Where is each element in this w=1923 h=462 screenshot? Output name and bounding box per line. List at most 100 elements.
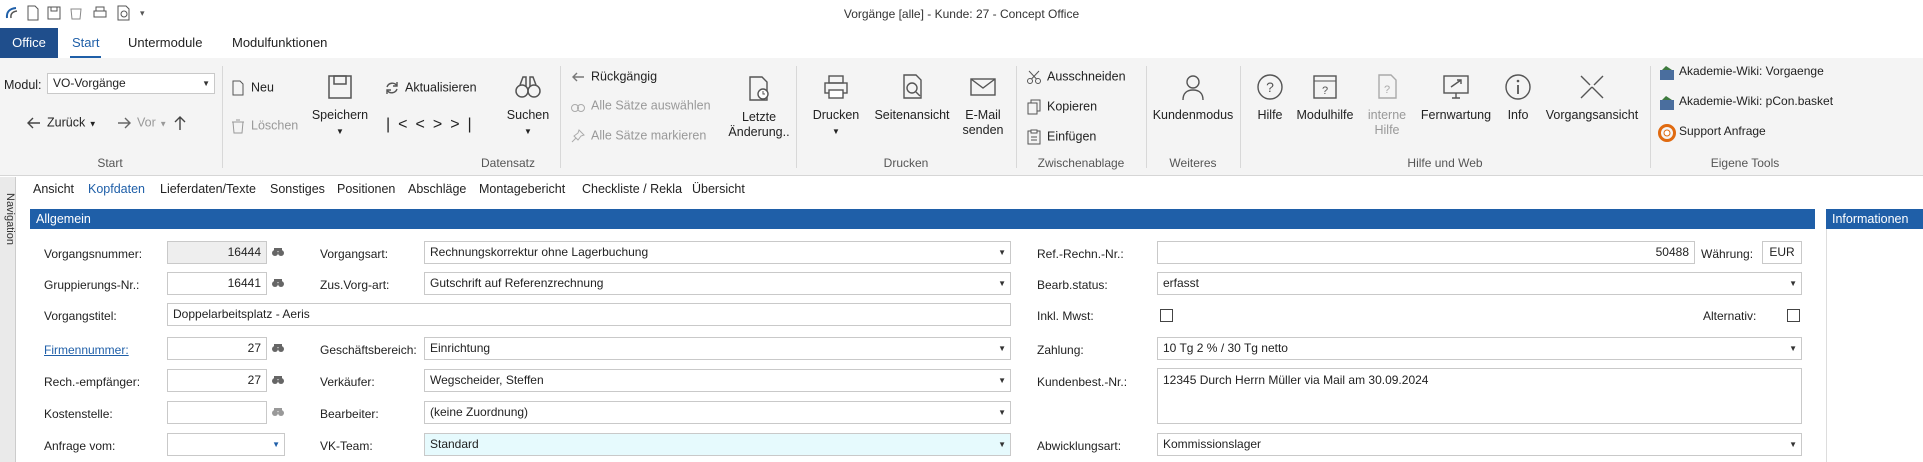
select-all-button[interactable]: Alle Sätze auswählen: [570, 98, 711, 114]
group-label-datensatz: Datensatz: [480, 156, 536, 170]
tab-abschlaege[interactable]: Abschläge: [408, 178, 466, 200]
rech-empfaenger-field[interactable]: 27: [167, 369, 267, 392]
tab-uebersicht[interactable]: Übersicht: [692, 178, 745, 200]
firmennummer-link[interactable]: Firmennummer:: [44, 343, 129, 357]
arrow-left-icon: [26, 115, 42, 131]
alternativ-checkbox[interactable]: [1787, 309, 1800, 322]
last-change-label-2: Änderung..: [728, 125, 790, 139]
binoculars-icon: [513, 72, 543, 102]
calendar-dropdown-icon[interactable]: ▼: [272, 434, 280, 455]
remote-maintenance-label: Fernwartung: [1420, 108, 1492, 122]
inkl-mwst-checkbox[interactable]: [1160, 309, 1173, 322]
info-button[interactable]: Info: [1500, 72, 1536, 123]
firmennummer-field[interactable]: 27: [167, 337, 267, 360]
tab-kopfdaten[interactable]: Kopfdaten: [88, 178, 145, 200]
next-record-icon[interactable]: >: [433, 116, 450, 133]
first-record-icon[interactable]: |<: [386, 116, 416, 133]
search-button[interactable]: Suchen ▼: [504, 72, 552, 139]
binoculars-icon[interactable]: [271, 407, 285, 417]
zahlung-select[interactable]: 10 Tg 2 % / 30 Tg netto ▼: [1157, 337, 1802, 360]
remote-maintenance-button[interactable]: Fernwartung: [1416, 72, 1496, 123]
question-circle-icon: ?: [1255, 72, 1285, 102]
section-header-informationen[interactable]: Informationen: [1826, 209, 1923, 229]
rech-empfaenger-label: Rech.-empfänger:: [44, 375, 141, 389]
undo-button[interactable]: Rückgängig: [570, 69, 657, 85]
binoculars-icon[interactable]: [271, 278, 285, 288]
tab-checkliste[interactable]: Checkliste / Rekla: [582, 178, 682, 200]
binoculars-icon[interactable]: [271, 375, 285, 385]
chevron-down-icon: ▼: [998, 408, 1006, 417]
send-email-button[interactable]: E-Mail senden: [958, 72, 1008, 138]
module-help-button[interactable]: ? Modulhilfe: [1292, 72, 1358, 123]
ref-rechn-nr-field[interactable]: 50488: [1157, 241, 1695, 264]
vorgangstitel-field[interactable]: Doppelarbeitsplatz - Aeris: [167, 303, 1011, 326]
save-icon: [325, 72, 355, 102]
modul-select[interactable]: VO-Vorgänge ▼: [47, 73, 215, 94]
process-view-button[interactable]: Vorgangsansicht: [1540, 72, 1644, 123]
back-button[interactable]: Zurück ▼: [26, 115, 97, 131]
wiki-pconbasket-link[interactable]: Akademie-Wiki: pCon.basket: [1658, 94, 1833, 110]
window-title: Vorgänge [alle] - Kunde: 27 - Concept Of…: [843, 7, 1080, 21]
kostenstelle-field[interactable]: [167, 401, 267, 424]
waehrung-field[interactable]: EUR: [1762, 241, 1802, 264]
support-request-link[interactable]: Support Anfrage: [1658, 124, 1766, 142]
kundenbest-nr-label: Kundenbest.-Nr.:: [1037, 375, 1128, 389]
tab-ansicht[interactable]: Ansicht: [33, 178, 74, 200]
cut-label: Ausschneiden: [1047, 69, 1126, 84]
forward-label: Vor: [137, 115, 156, 130]
tab-modulfunktionen[interactable]: Modulfunktionen: [222, 28, 337, 58]
help-label: Hilfe: [1257, 108, 1283, 122]
gruppierungs-nr-field[interactable]: 16441: [167, 272, 267, 295]
forward-button[interactable]: Vor ▼: [116, 115, 167, 131]
tab-lieferdaten[interactable]: Lieferdaten/Texte: [160, 178, 256, 200]
print-button[interactable]: Drucken ▼: [808, 72, 864, 139]
copy-button[interactable]: Kopieren: [1026, 99, 1097, 115]
up-button[interactable]: [172, 115, 193, 131]
new-button[interactable]: Neu: [230, 80, 274, 96]
chevron-down-icon: ▼: [1789, 344, 1797, 353]
zus-vorg-art-select[interactable]: Gutschrift auf Referenzrechnung ▼: [424, 272, 1011, 295]
internal-help-button[interactable]: ? interne Hilfe: [1362, 72, 1412, 138]
tab-sonstiges[interactable]: Sonstiges: [270, 178, 325, 200]
delete-button[interactable]: Löschen: [230, 118, 298, 134]
trash-icon: [230, 118, 246, 134]
tab-office[interactable]: Office: [0, 28, 58, 58]
binoculars-icon[interactable]: [271, 247, 285, 257]
wiki-vorgaenge-link[interactable]: Akademie-Wiki: Vorgaenge: [1658, 64, 1824, 80]
last-change-button[interactable]: Letzte Änderung..: [728, 74, 790, 140]
last-record-icon[interactable]: >|: [450, 116, 480, 133]
bearb-status-select[interactable]: erfasst ▼: [1157, 272, 1802, 295]
tab-start[interactable]: Start: [62, 28, 109, 58]
verkaeufer-select[interactable]: Wegscheider, Steffen ▼: [424, 369, 1011, 392]
kundenbest-nr-textarea[interactable]: 12345 Durch Herrn Müller via Mail am 30.…: [1157, 368, 1802, 424]
process-view-label: Vorgangsansicht: [1545, 108, 1639, 122]
page-preview-button[interactable]: Seitenansicht: [872, 72, 952, 123]
mark-all-button[interactable]: Alle Sätze markieren: [570, 128, 706, 144]
help-button[interactable]: ? Hilfe: [1250, 72, 1290, 123]
bearbeiter-select[interactable]: (keine Zuordnung) ▼: [424, 401, 1011, 424]
tab-montagebericht[interactable]: Montagebericht: [479, 178, 565, 200]
tab-untermodule[interactable]: Untermodule: [118, 28, 212, 58]
binoculars-icon[interactable]: [271, 343, 285, 353]
save-button[interactable]: Speichern ▼: [310, 72, 370, 139]
refresh-button[interactable]: Aktualisieren: [384, 80, 477, 96]
navigation-label[interactable]: Navigation: [0, 184, 16, 254]
geschaeftsbereich-select[interactable]: Einrichtung ▼: [424, 337, 1011, 360]
vorgangsart-select[interactable]: Rechnungskorrektur ohne Lagerbuchung ▼: [424, 241, 1011, 264]
vk-team-select[interactable]: Standard ▼: [424, 433, 1011, 456]
title-bar: ▾ Vorgänge [alle] - Kunde: 27 - Concept …: [0, 0, 1923, 28]
abwicklungsart-select[interactable]: Kommissionslager ▼: [1157, 433, 1802, 456]
tab-positionen[interactable]: Positionen: [337, 178, 395, 200]
vorgangsnummer-field[interactable]: 16444: [167, 241, 267, 264]
anfrage-vom-label: Anfrage vom:: [44, 439, 116, 453]
cut-button[interactable]: Ausschneiden: [1026, 69, 1126, 85]
group-separator: [560, 66, 561, 168]
paste-button[interactable]: Einfügen: [1026, 129, 1096, 145]
anfrage-vom-date-field[interactable]: ▼: [167, 433, 285, 456]
customer-mode-button[interactable]: Kundenmodus: [1150, 72, 1236, 123]
ribbon: Modul: VO-Vorgänge ▼ Zurück ▼ Vor ▼ Star…: [0, 58, 1923, 176]
previous-record-icon[interactable]: <: [416, 116, 433, 133]
paste-label: Einfügen: [1047, 129, 1097, 144]
group-separator: [222, 66, 223, 168]
new-label: Neu: [251, 80, 274, 95]
